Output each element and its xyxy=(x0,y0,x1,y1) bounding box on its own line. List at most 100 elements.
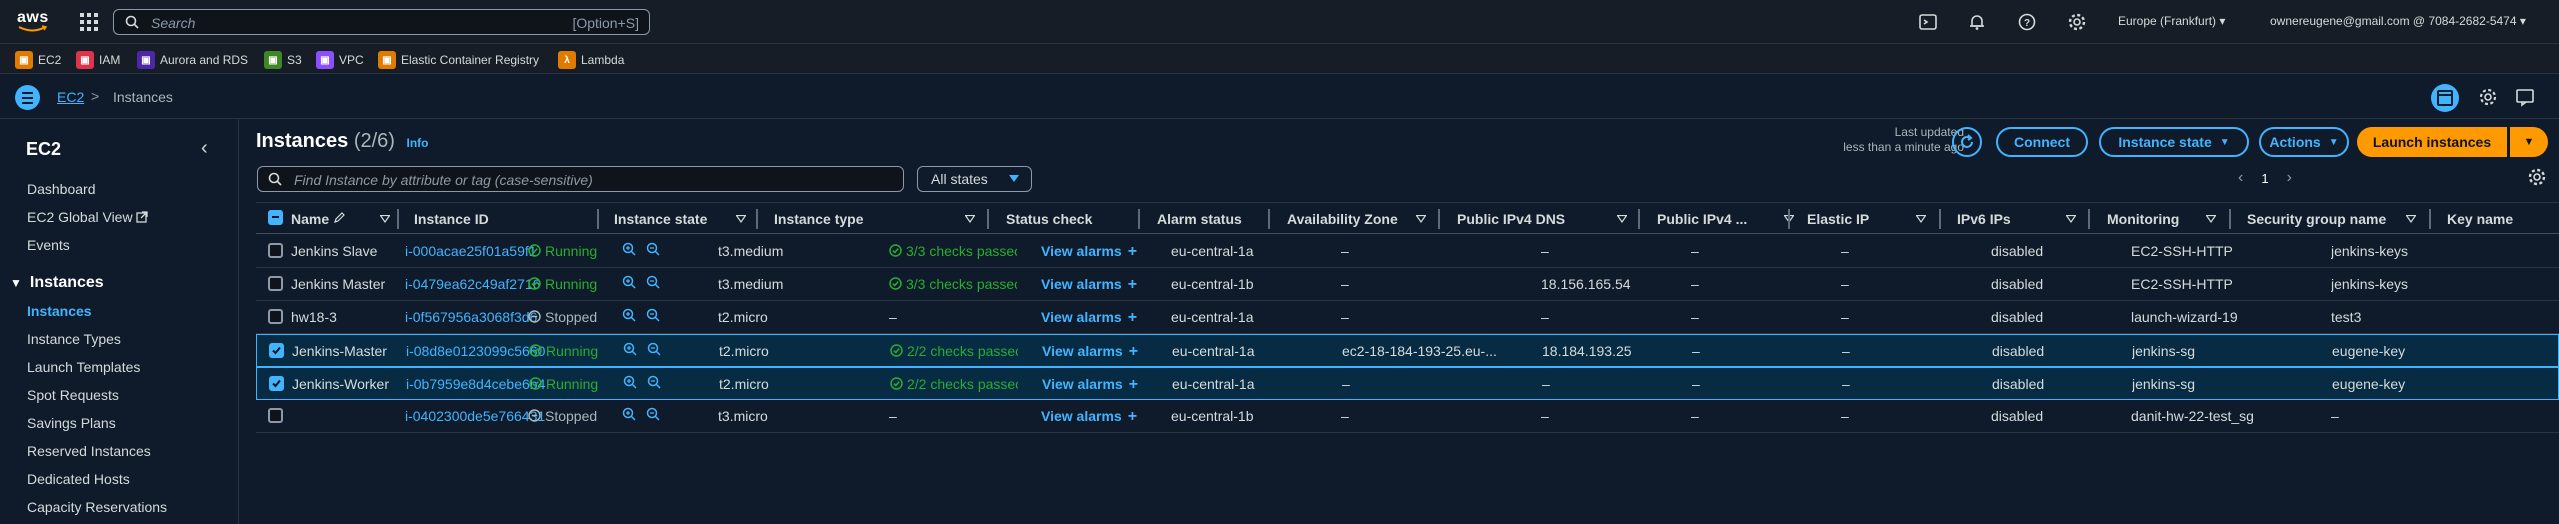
security-group[interactable]: jenkins-sg xyxy=(2132,343,2195,359)
table-settings-icon[interactable] xyxy=(2527,167,2547,187)
table-row[interactable]: i-0402300de5e766431 Stopped t3.micro – View … xyxy=(256,400,2559,433)
zoom-in-icon[interactable] xyxy=(623,342,637,359)
column-divider[interactable] xyxy=(1138,209,1140,229)
sort-caret-icon[interactable] xyxy=(2066,215,2076,223)
column-header-status-check[interactable]: Status check xyxy=(1006,211,1092,227)
column-divider[interactable] xyxy=(1638,209,1640,229)
security-group[interactable]: danit-hw-22-test_sg xyxy=(2131,408,2254,424)
column-divider[interactable] xyxy=(1788,209,1790,229)
sidebar-item-savings-plans[interactable]: Savings Plans xyxy=(27,415,116,431)
column-header-ipv6[interactable]: IPv6 IPs xyxy=(1957,211,2011,227)
column-divider[interactable] xyxy=(397,209,399,229)
row-checkbox[interactable] xyxy=(269,376,284,391)
table-row[interactable]: hw18-3 i-0f567956a3068f3d6 Stopped t2.micro… xyxy=(256,301,2559,334)
add-alarm-icon[interactable]: + xyxy=(1128,243,1137,260)
security-group[interactable]: launch-wizard-19 xyxy=(2131,309,2238,325)
zoom-in-icon[interactable] xyxy=(623,375,637,392)
sort-caret-icon[interactable] xyxy=(2406,215,2416,223)
sidebar-item-instance-types[interactable]: Instance Types xyxy=(27,331,121,347)
services-menu-icon[interactable] xyxy=(80,13,98,31)
cloudshell-icon[interactable] xyxy=(1918,12,1938,32)
zoom-in-icon[interactable] xyxy=(622,308,636,325)
view-alarms-link[interactable]: View alarms + xyxy=(1041,309,1137,327)
select-all-checkbox[interactable] xyxy=(268,210,283,225)
help-icon[interactable]: ? xyxy=(2017,12,2037,32)
favorite-aurora-rds[interactable]: ▣ Aurora and RDS xyxy=(137,51,248,69)
sidebar-section-instances[interactable]: ▼ Instances xyxy=(10,274,104,292)
favorite-ecr[interactable]: ▣ Elastic Container Registry xyxy=(378,51,539,69)
launch-instances-dropdown[interactable]: ▼ xyxy=(2510,127,2548,157)
split-panel-icon[interactable] xyxy=(2430,83,2460,113)
favorite-ec2[interactable]: ▣ EC2 xyxy=(15,51,61,69)
column-header-instance-state[interactable]: Instance state xyxy=(614,211,707,227)
table-row[interactable]: Jenkins-Master i-08d8e0123099c5660 Running… xyxy=(256,334,2559,367)
account-menu[interactable]: ownereugene@gmail.com @ 7084-2682-5474 ▾ xyxy=(2270,14,2526,28)
column-header-instance-id[interactable]: Instance ID xyxy=(414,211,489,227)
region-selector[interactable]: Europe (Frankfurt) ▾ xyxy=(2118,14,2225,28)
column-header-elastic-ip[interactable]: Elastic IP xyxy=(1807,211,1869,227)
favorite-lambda[interactable]: λ Lambda xyxy=(558,51,624,69)
sort-caret-icon[interactable] xyxy=(1416,215,1426,223)
table-row[interactable]: Jenkins Master i-0479ea62c49af2716 Running… xyxy=(256,268,2559,301)
instance-id-link[interactable]: i-0b7959e8d4cebe6b4 xyxy=(406,376,545,392)
column-divider[interactable] xyxy=(987,209,989,229)
states-dropdown[interactable]: All states xyxy=(917,166,1032,192)
table-row[interactable]: Jenkins-Worker i-0b7959e8d4cebe6b4 Running… xyxy=(256,367,2559,400)
preferences-icon[interactable] xyxy=(2478,87,2498,107)
column-header-public-dns[interactable]: Public IPv4 DNS xyxy=(1457,211,1565,227)
column-divider[interactable] xyxy=(2229,209,2231,229)
instance-id-link[interactable]: i-0479ea62c49af2716 xyxy=(405,276,540,292)
column-divider[interactable] xyxy=(2429,209,2431,229)
add-alarm-icon[interactable]: + xyxy=(1129,343,1138,360)
favorite-iam[interactable]: ▣ IAM xyxy=(76,51,120,69)
sidebar-item-capacity-reservations[interactable]: Capacity Reservations xyxy=(27,499,167,515)
zoom-out-icon[interactable] xyxy=(646,407,660,424)
column-header-security-group[interactable]: Security group name xyxy=(2247,211,2386,227)
instance-state-button[interactable]: Instance state ▼ xyxy=(2099,127,2249,157)
column-header-public-ipv4[interactable]: Public IPv4 ... xyxy=(1657,211,1747,227)
sort-caret-icon[interactable] xyxy=(2206,215,2216,223)
instance-filter-input[interactable]: Find Instance by attribute or tag (case-… xyxy=(257,166,904,192)
column-header-availability-zone[interactable]: Availability Zone xyxy=(1287,211,1398,227)
side-menu-toggle-button[interactable] xyxy=(15,85,40,110)
instance-id-link[interactable]: i-000acae25f01a59f1 xyxy=(405,243,537,259)
connect-button[interactable]: Connect xyxy=(1996,127,2088,157)
column-header-alarm-status[interactable]: Alarm status xyxy=(1157,211,1242,227)
row-checkbox[interactable] xyxy=(268,309,283,324)
view-alarms-link[interactable]: View alarms + xyxy=(1042,343,1138,361)
sort-caret-icon[interactable] xyxy=(1916,215,1926,223)
sidebar-item-spot-requests[interactable]: Spot Requests xyxy=(27,387,119,403)
column-divider[interactable] xyxy=(1939,209,1941,229)
next-page-icon[interactable]: › xyxy=(2287,169,2292,187)
sort-caret-icon[interactable] xyxy=(1617,215,1627,223)
security-group[interactable]: jenkins-sg xyxy=(2132,376,2195,392)
launch-instances-button[interactable]: Launch instances xyxy=(2357,127,2507,157)
favorite-vpc[interactable]: ▣ VPC xyxy=(316,51,364,69)
sort-caret-icon[interactable] xyxy=(736,215,746,223)
sidebar-item-events[interactable]: Events xyxy=(27,237,70,253)
global-search-input[interactable]: Search [Option+S] xyxy=(113,9,650,35)
current-page[interactable]: 1 xyxy=(2261,171,2268,186)
column-header-key-name[interactable]: Key name xyxy=(2447,211,2513,227)
security-group[interactable]: EC2-SSH-HTTP xyxy=(2131,243,2233,259)
add-alarm-icon[interactable]: + xyxy=(1129,376,1138,393)
instance-id-link[interactable]: i-0402300de5e766431 xyxy=(405,408,545,424)
view-alarms-link[interactable]: View alarms + xyxy=(1041,243,1137,261)
view-alarms-link[interactable]: View alarms + xyxy=(1042,376,1138,394)
column-header-monitoring[interactable]: Monitoring xyxy=(2107,211,2179,227)
security-group[interactable]: EC2-SSH-HTTP xyxy=(2131,276,2233,292)
sidebar-item-dedicated-hosts[interactable]: Dedicated Hosts xyxy=(27,471,130,487)
column-header-instance-type[interactable]: Instance type xyxy=(774,211,863,227)
actions-button[interactable]: Actions ▼ xyxy=(2259,127,2349,157)
zoom-out-icon[interactable] xyxy=(647,375,661,392)
zoom-out-icon[interactable] xyxy=(646,275,660,292)
table-row[interactable]: Jenkins Slave i-000acae25f01a59f1 Running t… xyxy=(256,235,2559,268)
row-checkbox[interactable] xyxy=(268,276,283,291)
row-checkbox[interactable] xyxy=(269,343,284,358)
view-alarms-link[interactable]: View alarms + xyxy=(1041,408,1137,426)
sidebar-item-instances[interactable]: Instances xyxy=(27,303,92,319)
zoom-out-icon[interactable] xyxy=(646,242,660,259)
column-divider[interactable] xyxy=(756,209,758,229)
refresh-button[interactable] xyxy=(1952,127,1982,157)
tools-panel-icon[interactable] xyxy=(2515,87,2535,107)
